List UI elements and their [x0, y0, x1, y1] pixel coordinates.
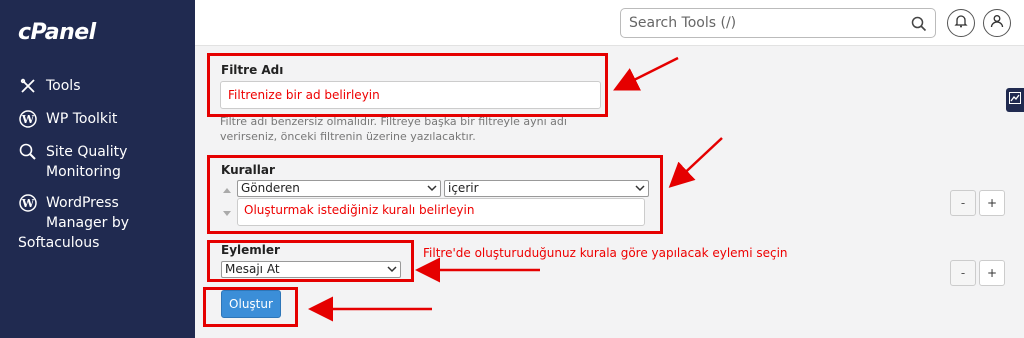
stats-panel-toggle[interactable] — [1006, 88, 1024, 112]
sidebar-item-label: Site Quality Monitoring — [46, 144, 128, 180]
search-icon[interactable] — [911, 16, 927, 32]
add-rule-button[interactable]: + — [979, 190, 1005, 216]
sidebar: cPanel Tools W WP Toolkit Site Quality M… — [0, 0, 195, 338]
sidebar-item-label-extra[interactable]: Softaculous — [18, 233, 99, 253]
top-header — [195, 0, 1024, 46]
highlight-rules — [207, 155, 663, 234]
add-action-button[interactable]: + — [979, 260, 1005, 286]
wordpress-icon: W — [18, 193, 38, 213]
user-menu-button[interactable] — [983, 9, 1011, 37]
cpanel-logo[interactable]: cPanel — [18, 20, 96, 45]
sidebar-item-label: WordPress Manager by — [46, 195, 129, 231]
search-input[interactable] — [621, 9, 901, 37]
arrow-filter-name — [613, 56, 679, 91]
sidebar-item-tools[interactable]: Tools — [18, 76, 81, 96]
action-hint-annotation: Filtre'de oluşturuduğunuz kurala göre ya… — [423, 246, 788, 260]
sidebar-item-label: Tools — [46, 78, 81, 94]
svg-text:W: W — [21, 197, 35, 210]
user-icon — [990, 14, 1004, 33]
highlight-actions — [207, 240, 414, 282]
sidebar-item-site-quality[interactable]: Site Quality Monitoring — [18, 142, 127, 182]
svg-text:W: W — [21, 113, 35, 126]
filter-name-help: Filtre adı benzersiz olmalıdır. Filtreye… — [220, 115, 567, 143]
wordpress-icon: W — [18, 109, 38, 129]
sidebar-item-wp-toolkit[interactable]: W WP Toolkit — [18, 109, 117, 129]
arrow-rules — [668, 137, 723, 188]
highlight-submit — [203, 287, 298, 327]
chart-icon — [1009, 91, 1021, 109]
bell-icon — [954, 14, 968, 33]
remove-action-button[interactable]: - — [950, 260, 976, 286]
notifications-button[interactable] — [947, 9, 975, 37]
tools-icon — [18, 76, 38, 96]
sidebar-item-label: WP Toolkit — [46, 111, 118, 127]
remove-rule-button[interactable]: - — [950, 190, 976, 216]
search-box[interactable] — [620, 8, 936, 38]
highlight-filter-name — [207, 53, 608, 117]
search-icon — [18, 142, 38, 162]
sidebar-item-wordpress-manager[interactable]: W WordPress Manager by — [18, 193, 129, 233]
